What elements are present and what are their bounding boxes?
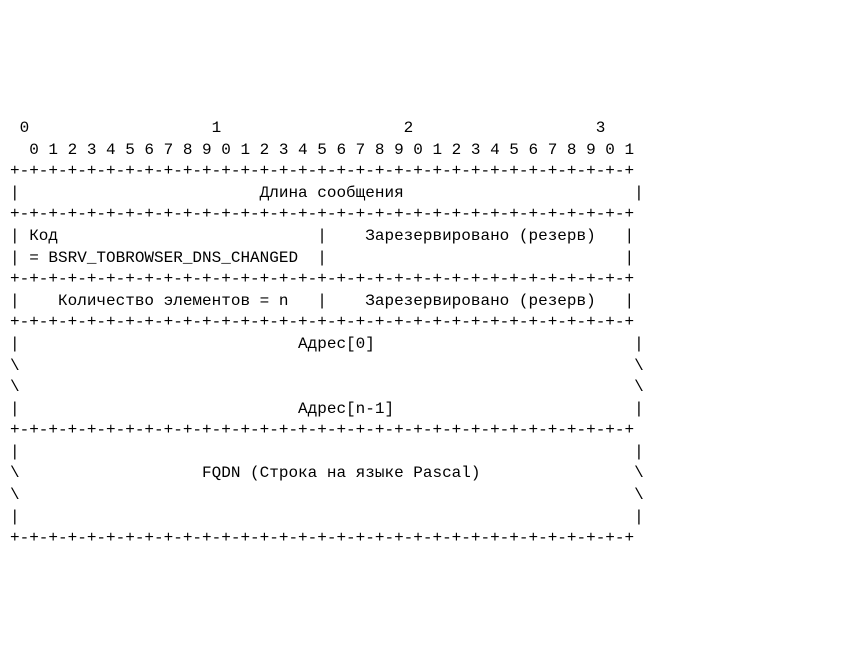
field-code-line1: | Код | Зарезервировано (резерв) |	[10, 227, 634, 245]
border-sep-2: +-+-+-+-+-+-+-+-+-+-+-+-+-+-+-+-+-+-+-+-…	[10, 270, 634, 288]
continuation-slash-2: \ \	[10, 378, 644, 396]
continuation-slash-1: \ \	[10, 357, 644, 375]
continuation-slash-3: \ \	[10, 486, 644, 504]
bit-ruler-ones: 0 1 2 3 4 5 6 7 8 9 0 1 2 3 4 5 6 7 8 9 …	[10, 141, 634, 159]
field-message-length: | Длина сообщения |	[10, 184, 644, 202]
border-bottom: +-+-+-+-+-+-+-+-+-+-+-+-+-+-+-+-+-+-+-+-…	[10, 529, 634, 547]
field-address-0: | Адрес[0] |	[10, 335, 644, 353]
field-fqdn: \ FQDN (Строка на языке Pascal) \	[10, 464, 644, 482]
field-code-line2: | = BSRV_TOBROWSER_DNS_CHANGED | |	[10, 249, 634, 267]
bit-ruler-tens: 0 1 2 3	[10, 119, 605, 137]
border-sep-3: +-+-+-+-+-+-+-+-+-+-+-+-+-+-+-+-+-+-+-+-…	[10, 313, 634, 331]
field-address-n1: | Адрес[n-1] |	[10, 400, 644, 418]
border-sep-4: +-+-+-+-+-+-+-+-+-+-+-+-+-+-+-+-+-+-+-+-…	[10, 421, 634, 439]
fqdn-spacer-top: | |	[10, 443, 644, 461]
field-element-count: | Количество элементов = n | Зарезервиро…	[10, 292, 634, 310]
border-top: +-+-+-+-+-+-+-+-+-+-+-+-+-+-+-+-+-+-+-+-…	[10, 162, 634, 180]
border-sep-1: +-+-+-+-+-+-+-+-+-+-+-+-+-+-+-+-+-+-+-+-…	[10, 205, 634, 223]
packet-diagram: 0 1 2 3 0 1 2 3 4 5 6 7 8 9 0 1 2 3 4 5 …	[10, 96, 840, 549]
fqdn-spacer-bottom: | |	[10, 508, 644, 526]
